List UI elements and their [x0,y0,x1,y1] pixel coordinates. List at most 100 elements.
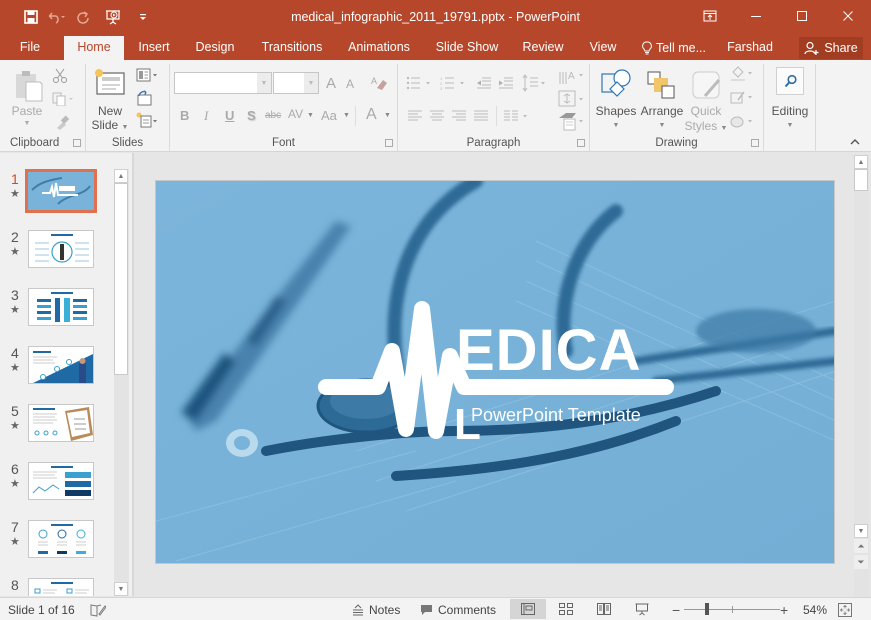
share-button[interactable]: Share [799,37,863,59]
slide-thumbnail-1[interactable]: 1 ★ [0,169,112,221]
numbering-icon[interactable]: 123 [440,76,470,90]
editing-button[interactable]: Editing ▼ [770,66,810,134]
slide-thumbnail-4[interactable]: 4 ★ [0,345,112,395]
shrink-font-button[interactable]: A [346,77,354,91]
bold-button[interactable]: B [180,108,189,123]
previous-slide-button[interactable]: ⏶ [854,539,868,553]
zoom-level-button[interactable]: 54% [803,601,827,619]
align-center-icon[interactable] [430,110,444,122]
fit-slide-button[interactable] [838,601,852,619]
font-color-caret[interactable]: ▼ [384,112,391,119]
align-right-icon[interactable] [452,110,466,122]
tab-file[interactable]: File [10,36,50,60]
font-name-combo[interactable]: ▼ [174,72,272,94]
maximize-button[interactable] [779,0,825,32]
zoom-slider-thumb[interactable] [705,603,710,615]
editor-scroll-up-arrow[interactable]: ▲ [854,155,868,169]
shape-fill-icon[interactable] [730,66,756,82]
scroll-thumb[interactable] [114,183,128,375]
shapes-button[interactable]: Shapes ▼ [596,66,636,136]
comments-button[interactable]: Comments [420,601,496,619]
grow-font-button[interactable]: A [326,75,336,92]
character-spacing-caret[interactable]: ▼ [307,112,314,119]
layout-icon[interactable] [136,68,160,82]
underline-button[interactable]: U [225,108,234,123]
editor-scrollbar[interactable]: ▲ ▼ ⏶ ⏷ [854,155,869,597]
editor-scroll-thumb[interactable] [854,169,868,191]
tab-slide-show[interactable]: Slide Show [433,36,501,60]
tab-home[interactable]: Home [64,36,124,60]
justify-icon[interactable] [474,110,488,122]
slide-thumbnail-8[interactable]: 8 [0,577,112,596]
font-size-dropdown-icon[interactable]: ▼ [304,73,318,93]
font-dialog-launcher[interactable] [385,139,393,147]
minimize-button[interactable] [733,0,779,32]
next-slide-button[interactable]: ⏷ [854,555,868,569]
tab-insert[interactable]: Insert [132,36,176,60]
align-text-icon[interactable] [558,90,586,108]
section-icon[interactable] [136,112,160,128]
collapse-ribbon-icon[interactable] [850,138,860,146]
thumbnail-scrollbar[interactable]: ▲ ▼ [114,169,129,596]
shadow-button[interactable]: S [247,108,256,123]
slideshow-view-button[interactable] [624,599,660,619]
tab-view[interactable]: View [585,36,621,60]
arrange-button[interactable]: Arrange ▼ [640,66,684,136]
align-left-icon[interactable] [408,110,422,122]
font-name-dropdown-icon[interactable]: ▼ [257,73,271,93]
italic-button[interactable]: I [204,108,208,124]
drawing-dialog-launcher[interactable] [751,139,759,147]
change-case-caret[interactable]: ▼ [343,112,350,119]
reset-icon[interactable] [136,90,152,106]
decrease-indent-icon[interactable] [476,76,492,90]
bullets-icon[interactable] [406,76,436,90]
character-spacing-button[interactable]: AV [288,107,303,121]
text-direction-icon[interactable]: A [558,68,586,86]
tab-review[interactable]: Review [520,36,566,60]
shape-effects-icon[interactable] [730,114,756,130]
reading-view-button[interactable] [586,599,622,619]
slide-title[interactable]: EDICA [456,321,641,381]
copy-icon[interactable] [52,92,74,106]
cut-icon[interactable] [52,68,68,84]
slide-canvas[interactable]: M EDICA L PowerPoint Template [155,180,835,564]
strikethrough-button[interactable]: abc [265,110,281,121]
new-slide-button[interactable]: New Slide ▼ [92,66,128,136]
quick-styles-button[interactable]: Quick Styles ▼ [685,66,727,136]
slide-sorter-view-button[interactable] [548,599,584,619]
tab-animations[interactable]: Animations [343,36,415,60]
slide-thumbnail-2[interactable]: 2 ★ [0,229,112,279]
zoom-out-button[interactable]: − [672,601,680,619]
slide-thumbnail-6[interactable]: 6 ★ [0,461,112,511]
smartart-icon[interactable] [558,112,586,132]
tab-design[interactable]: Design [190,36,240,60]
font-color-button[interactable]: A [366,106,377,124]
close-button[interactable] [825,0,871,32]
format-painter-icon[interactable] [54,114,70,130]
ribbon-display-options-button[interactable] [687,0,733,32]
slide-thumbnail-7[interactable]: 7 ★ [0,519,112,569]
line-spacing-icon[interactable] [522,74,548,92]
slide-thumbnail-3[interactable]: 3 ★ [0,287,112,337]
columns-icon[interactable] [504,110,532,122]
spell-check-button[interactable] [90,601,106,619]
scroll-down-arrow[interactable]: ▼ [114,582,128,596]
font-size-combo[interactable]: ▼ [273,72,319,94]
tell-me-box[interactable]: Tell me... [638,36,710,60]
clear-formatting-icon[interactable]: A [370,74,388,92]
slide-subtitle[interactable]: PowerPoint Template [471,405,641,426]
change-case-button[interactable]: Aa [321,108,337,123]
shape-outline-icon[interactable] [730,90,756,106]
slide-thumbnail-5[interactable]: 5 ★ [0,403,112,453]
zoom-slider[interactable] [684,603,780,615]
normal-view-button[interactable] [510,599,546,619]
user-account[interactable]: Farshad Iq... [715,36,785,77]
zoom-in-button[interactable]: + [780,601,788,619]
scroll-up-arrow[interactable]: ▲ [114,169,128,183]
notes-button[interactable]: Notes [352,601,400,619]
clipboard-dialog-launcher[interactable] [73,139,81,147]
paste-button[interactable]: Paste ▼ [8,66,46,134]
paragraph-dialog-launcher[interactable] [577,139,585,147]
tab-transitions[interactable]: Transitions [256,36,328,60]
increase-indent-icon[interactable] [498,76,514,90]
